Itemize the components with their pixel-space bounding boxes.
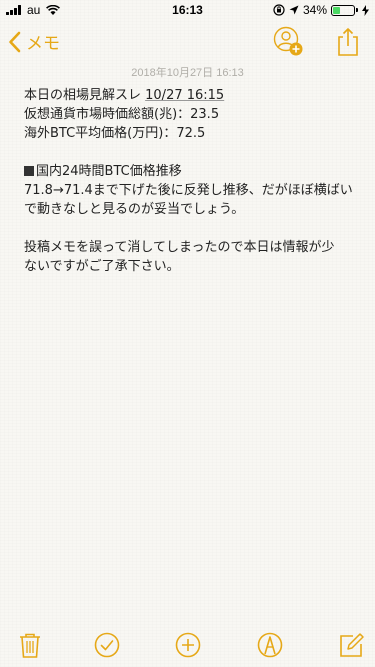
compose-button[interactable] (337, 631, 365, 659)
charging-icon (362, 4, 369, 16)
note-line: 仮想通貨市場時価総額(兆)：23.5 (24, 107, 220, 122)
battery-icon (331, 4, 355, 16)
date-link[interactable]: 10/27 16:15 (145, 88, 224, 103)
battery-percent: 34% (302, 3, 327, 17)
sketch-button[interactable] (256, 631, 284, 659)
note-heading: 国内24時間BTC価格推移 (24, 162, 354, 181)
trash-icon (20, 633, 40, 658)
share-icon (338, 28, 358, 56)
note-text: 本日の相場見解スレ (24, 88, 146, 103)
bottom-toolbar (0, 623, 375, 667)
note-line: 海外BTC平均価格(万円)：72.5 (24, 126, 206, 141)
sketch-icon (257, 632, 283, 658)
note-body[interactable]: 本日の相場見解スレ 10/27 16:15 仮想通貨市場時価総額(兆)：23.5… (24, 86, 354, 276)
status-right: 34% (273, 3, 369, 17)
note-line: ないですがご了承下さい。 (24, 259, 180, 274)
checklist-icon (94, 632, 120, 658)
checklist-button[interactable] (93, 631, 121, 659)
add-person-icon (273, 26, 303, 56)
lock-rotation-icon (273, 4, 285, 16)
compose-icon (340, 633, 364, 657)
battery-fill (333, 6, 340, 14)
back-label: メモ (26, 34, 60, 54)
back-chevron-icon (9, 31, 21, 52)
add-icon (175, 632, 201, 658)
note-line: で動きなしと見るのが妥当でしょう。 (24, 202, 245, 217)
battery-tip (356, 8, 358, 12)
share-button[interactable] (334, 26, 362, 58)
note-date: 2018年10月27日 16:13 (131, 67, 244, 79)
status-bar: au 16:13 34% (0, 0, 375, 20)
square-bullet-icon (24, 166, 34, 176)
note-line: 投稿メモを誤って消してしまったので本日は情報が少 (24, 240, 335, 255)
note-heading-text: 国内24時間BTC価格推移 (36, 164, 182, 179)
add-people-button[interactable] (272, 26, 304, 58)
back-button[interactable]: メモ (8, 29, 60, 54)
navigation-bar: メモ (0, 20, 375, 64)
note-line: 71.8→71.4まで下げた後に反発し推移、だがほぼ横ばい (24, 183, 353, 198)
add-attachment-button[interactable] (174, 631, 202, 659)
delete-button[interactable] (16, 631, 44, 659)
note-line: 本日の相場見解スレ 10/27 16:15 (24, 86, 354, 105)
location-icon (289, 5, 299, 15)
